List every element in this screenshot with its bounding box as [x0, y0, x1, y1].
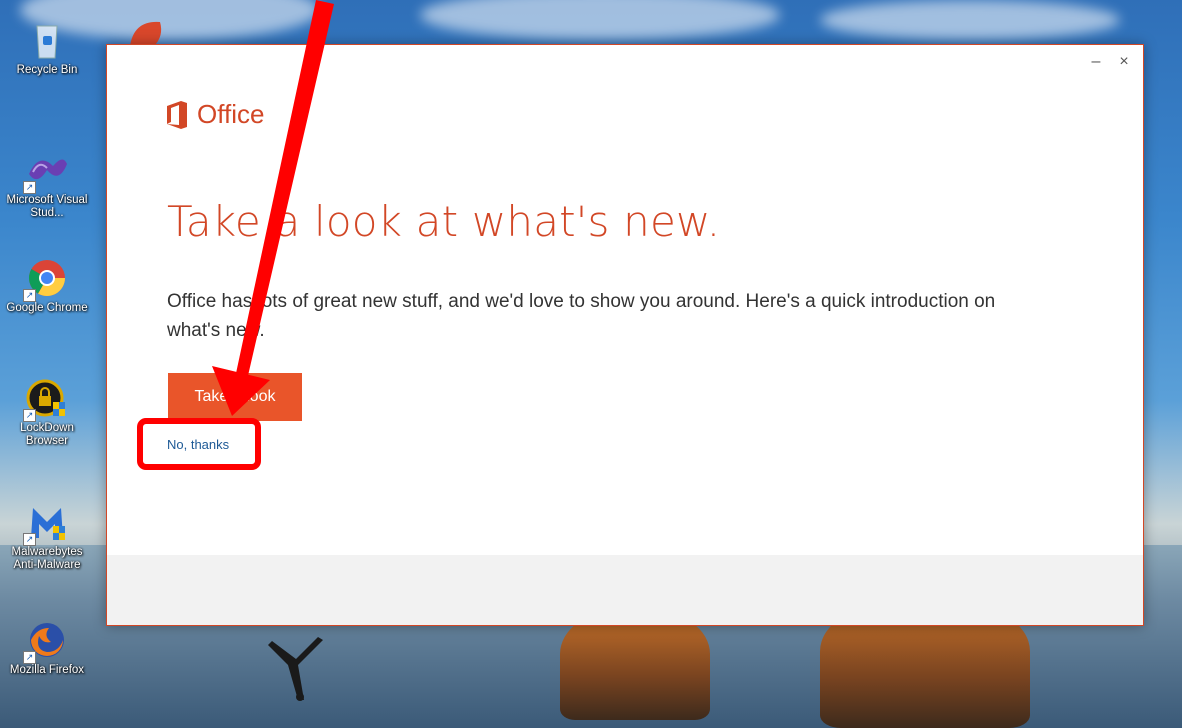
desktop-icon-mozilla-firefox[interactable]: ↗ Mozilla Firefox: [6, 618, 88, 677]
desktop-icon-google-chrome[interactable]: ↗ Google Chrome: [6, 256, 88, 315]
dialog-headline: Take a look at what's new.: [167, 197, 721, 246]
desktop-icon-label: Recycle Bin: [16, 64, 78, 76]
shortcut-arrow-icon: ↗: [23, 289, 36, 302]
chrome-icon: ↗: [23, 256, 69, 302]
malwarebytes-icon: ↗: [23, 500, 69, 546]
office-logo: Office: [165, 99, 264, 130]
desktop-icon-malwarebytes[interactable]: ↗ Malwarebytes Anti-Malware: [6, 500, 88, 572]
take-a-look-button[interactable]: Take a look: [168, 373, 302, 421]
close-button[interactable]: ×: [1113, 53, 1135, 71]
dialog-footer: [107, 555, 1143, 625]
shortcut-arrow-icon: ↗: [23, 181, 36, 194]
annotation-highlight-box: [137, 418, 261, 470]
desktop-icon-label: Google Chrome: [6, 302, 88, 314]
desktop-icon-label: Mozilla Firefox: [9, 664, 85, 676]
partially-hidden-desktop-icon: [124, 16, 168, 46]
desktop-icon-label: Malwarebytes Anti-Malware: [11, 546, 83, 571]
shortcut-arrow-icon: ↗: [23, 651, 36, 664]
shortcut-arrow-icon: ↗: [23, 533, 36, 546]
silhouette-figure: [268, 637, 323, 701]
firefox-icon: ↗: [23, 618, 69, 664]
desktop-icon-recycle-bin[interactable]: Recycle Bin: [6, 18, 88, 77]
reflection: [560, 610, 710, 720]
dialog-body-text: Office has lots of great new stuff, and …: [167, 291, 996, 341]
office-whats-new-dialog: – × Office Take a look at what's new. Of…: [106, 44, 1144, 626]
desktop-icon-lockdown-browser[interactable]: ↗ LockDown Browser: [6, 376, 88, 448]
desktop-icon-label: Microsoft Visual Stud...: [6, 194, 88, 219]
desktop-icon-visual-studio[interactable]: ↗ Microsoft Visual Stud...: [6, 148, 88, 220]
recycle-bin-icon: [25, 18, 69, 62]
shortcut-arrow-icon: ↗: [23, 409, 36, 422]
visual-studio-icon: ↗: [23, 148, 69, 194]
office-brand-text: Office: [197, 99, 265, 129]
desktop-icon-label: LockDown Browser: [20, 422, 74, 447]
minimize-button[interactable]: –: [1085, 53, 1107, 71]
lockdown-browser-icon: ↗: [23, 376, 69, 422]
office-icon: [167, 100, 187, 129]
